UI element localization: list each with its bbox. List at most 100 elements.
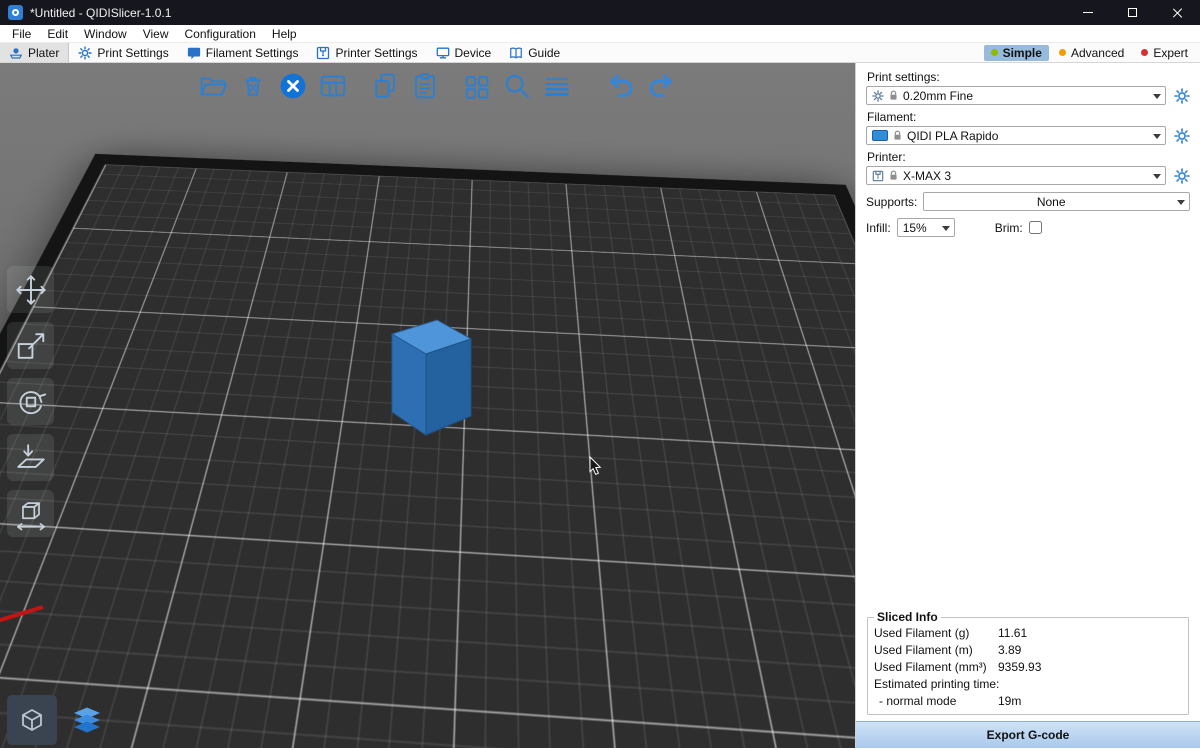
mode-label: Simple [1003, 46, 1042, 60]
delete-all-icon [278, 71, 308, 101]
si-value: 9359.93 [998, 660, 1041, 674]
simple-mode-dot [991, 49, 998, 56]
advanced-mode-dot [1059, 49, 1066, 56]
open-project-button[interactable] [194, 67, 231, 104]
supports-dropdown[interactable]: None [923, 192, 1190, 211]
tab-label: Print Settings [97, 46, 168, 60]
window-title: *Untitled - QIDISlicer-1.0.1 [30, 6, 171, 20]
delete-all-button[interactable] [274, 67, 311, 104]
mode-expert[interactable]: Expert [1134, 45, 1195, 61]
sliced-info-row: Estimated printing time: [874, 675, 1182, 692]
place-on-face-tool-button[interactable] [7, 434, 54, 481]
tab-label: Filament Settings [206, 46, 299, 60]
filament-row: QIDI PLA Rapido [866, 126, 1190, 145]
print-settings-dropdown[interactable]: 0.20mm Fine [866, 86, 1166, 105]
si-label: - normal mode [874, 694, 998, 708]
brim-label: Brim: [995, 221, 1023, 235]
3d-view-cube-icon [18, 706, 46, 734]
delete-button[interactable] [234, 67, 271, 104]
sliced-info-row: Used Filament (g) 11.61 [874, 624, 1182, 641]
tabbar: Plater Print Settings Filament Settings … [0, 43, 1200, 63]
scale-icon [14, 329, 48, 363]
sidebar-spacer [866, 240, 1190, 610]
si-label: Used Filament (m) [874, 643, 998, 657]
lock-icon [889, 170, 898, 181]
filament-color-swatch [872, 130, 888, 141]
printer-gear-button[interactable] [1173, 167, 1190, 184]
tab-plater[interactable]: Plater [0, 43, 69, 62]
menu-window[interactable]: Window [76, 27, 135, 41]
redo-icon [646, 71, 676, 101]
mode-simple[interactable]: Simple [984, 45, 1049, 61]
export-gcode-button[interactable]: Export G-code [856, 721, 1200, 748]
tab-device[interactable]: Device [427, 43, 501, 62]
tab-filament-settings[interactable]: Filament Settings [178, 43, 308, 62]
si-label: Used Filament (g) [874, 626, 998, 640]
chevron-down-icon [1153, 94, 1161, 103]
mode-label: Advanced [1071, 46, 1124, 60]
gear-icon [1174, 128, 1190, 144]
menu-view[interactable]: View [135, 27, 177, 41]
tab-printer-settings[interactable]: Printer Settings [307, 43, 426, 62]
search-button[interactable] [498, 67, 535, 104]
measure-tool-button[interactable] [7, 490, 54, 537]
rotate-tool-button[interactable] [7, 378, 54, 425]
menubar: File Edit Window View Configuration Help [0, 25, 1200, 43]
infill-dropdown[interactable]: 15% [897, 218, 955, 237]
menu-file[interactable]: File [4, 27, 39, 41]
move-tool-button[interactable] [7, 266, 54, 313]
redo-button[interactable] [642, 67, 679, 104]
menu-configuration[interactable]: Configuration [177, 27, 264, 41]
undo-icon [606, 71, 636, 101]
variable-layer-height-button[interactable] [538, 67, 575, 104]
plater-icon [9, 46, 23, 60]
brim-checkbox[interactable] [1029, 221, 1042, 234]
maximize-button[interactable] [1110, 0, 1155, 25]
open-folder-icon [198, 71, 228, 101]
chevron-down-icon [1177, 200, 1185, 209]
tab-label: Device [455, 46, 492, 60]
arrange-button[interactable] [314, 67, 351, 104]
viewport-toolbar [194, 67, 679, 104]
menu-edit[interactable]: Edit [39, 27, 76, 41]
arrange-icon [318, 71, 348, 101]
search-icon [502, 71, 532, 101]
mouse-cursor [589, 456, 603, 476]
layers-icon [542, 71, 572, 101]
lock-icon [893, 130, 902, 141]
undo-button[interactable] [602, 67, 639, 104]
filament-gear-button[interactable] [1173, 127, 1190, 144]
copy-button[interactable] [366, 67, 403, 104]
minimize-button[interactable] [1065, 0, 1110, 25]
print-settings-gear-button[interactable] [1173, 87, 1190, 104]
si-label: Used Filament (mm³) [874, 660, 998, 674]
scale-tool-button[interactable] [7, 322, 54, 369]
supports-label: Supports: [866, 195, 917, 209]
filament-dropdown[interactable]: QIDI PLA Rapido [866, 126, 1166, 145]
model-cube[interactable] [380, 313, 480, 443]
maximize-icon [1128, 8, 1137, 17]
close-button[interactable] [1155, 0, 1200, 25]
guide-icon [509, 46, 523, 60]
expert-mode-dot [1141, 49, 1148, 56]
chevron-down-icon [1153, 134, 1161, 143]
close-icon [1172, 7, 1184, 19]
tab-label: Guide [528, 46, 560, 60]
tab-print-settings[interactable]: Print Settings [69, 43, 177, 62]
tab-guide[interactable]: Guide [500, 43, 569, 62]
chevron-down-icon [942, 226, 950, 235]
filament-icon [187, 46, 201, 60]
sliced-info-row: Used Filament (mm³) 9359.93 [874, 658, 1182, 675]
menu-help[interactable]: Help [264, 27, 305, 41]
split-button[interactable] [458, 67, 495, 104]
printer-dropdown[interactable]: X-MAX 3 [866, 166, 1166, 185]
paste-button[interactable] [406, 67, 443, 104]
preview-sliced-view-button[interactable] [62, 695, 112, 745]
mode-advanced[interactable]: Advanced [1052, 45, 1131, 61]
split-icon [462, 71, 492, 101]
mode-switcher: Simple Advanced Expert [984, 43, 1200, 62]
3d-editor-view-button[interactable] [7, 695, 57, 745]
gear-icon [872, 90, 884, 102]
si-label: Estimated printing time: [874, 677, 999, 691]
viewport-3d[interactable] [0, 63, 855, 748]
